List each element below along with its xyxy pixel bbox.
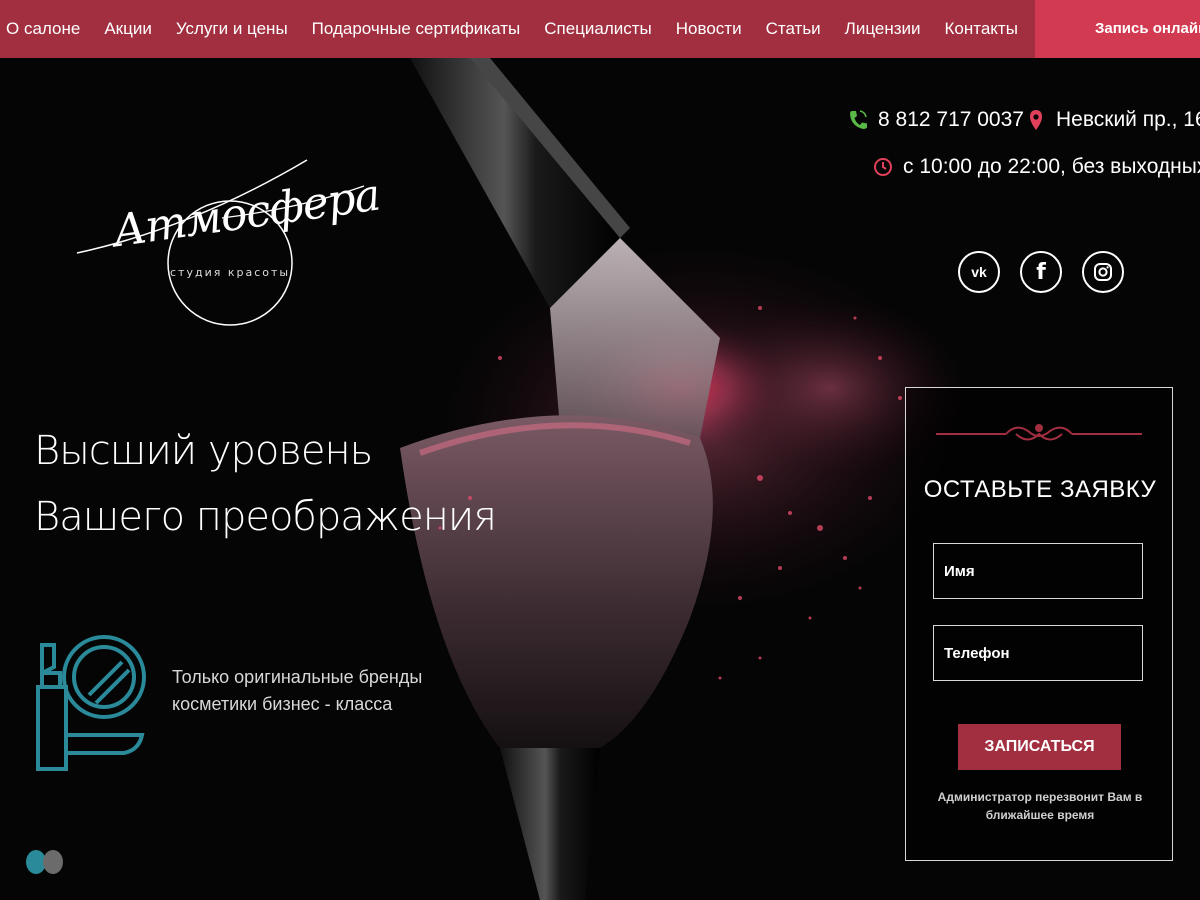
phone-contact[interactable]: 8 812 717 0037 bbox=[848, 100, 1024, 140]
social-links: vk f bbox=[958, 251, 1124, 293]
nav-item-gift-certificates[interactable]: Подарочные сертификаты bbox=[300, 0, 533, 58]
hours-contact: с 10:00 до 22:00, без выходных bbox=[873, 147, 1200, 187]
phone-number[interactable]: 8 812 717 0037 bbox=[878, 108, 1024, 132]
nav-menu: О салоне Акции Услуги и цены Подарочные … bbox=[0, 0, 1030, 58]
address-contact: Невский пр., 16 bbox=[1026, 100, 1200, 140]
instagram-link[interactable] bbox=[1082, 251, 1124, 293]
nav-item-news[interactable]: Новости bbox=[664, 0, 754, 58]
nav-item-promotions[interactable]: Акции bbox=[92, 0, 164, 58]
logo-subtitle: студия красоты bbox=[170, 266, 291, 279]
form-ornament-divider bbox=[936, 424, 1142, 441]
nav-item-specialists[interactable]: Специалисты bbox=[532, 0, 664, 58]
nav-item-services[interactable]: Услуги и цены bbox=[164, 0, 300, 58]
request-form: ОСТАВЬТЕ ЗАЯВКУ ЗАПИСАТЬСЯ Администратор… bbox=[905, 387, 1173, 861]
facebook-link[interactable]: f bbox=[1020, 251, 1062, 293]
name-field[interactable] bbox=[933, 543, 1143, 599]
facebook-icon: f bbox=[1036, 259, 1046, 285]
nav-item-articles[interactable]: Статьи bbox=[754, 0, 833, 58]
headline-line-2: Вашего преображения bbox=[34, 494, 497, 540]
form-callback-note: Администратор перезвонит Вам в ближайшее… bbox=[937, 790, 1143, 822]
salon-logo[interactable]: Атмосфера студия красоты bbox=[72, 138, 383, 338]
book-online-button[interactable]: Запись онлайн bbox=[1035, 0, 1200, 58]
brands-line-2: косметики бизнес - класса bbox=[172, 694, 393, 714]
instagram-icon bbox=[1094, 263, 1112, 281]
nav-item-licenses[interactable]: Лицензии bbox=[833, 0, 933, 58]
brands-line-1: Только оригинальные бренды bbox=[172, 667, 423, 687]
vk-icon: vk bbox=[971, 264, 987, 280]
top-navigation: О салоне Акции Услуги и цены Подарочные … bbox=[0, 0, 1200, 58]
location-pin-icon bbox=[1030, 110, 1042, 130]
headline-line-1: Высший уровень bbox=[34, 428, 373, 474]
lipstick-mirror-icon bbox=[36, 635, 146, 771]
slider-dot-2[interactable] bbox=[43, 850, 63, 874]
phone-icon bbox=[850, 110, 867, 129]
vk-link[interactable]: vk bbox=[958, 251, 1000, 293]
phone-field[interactable] bbox=[933, 625, 1143, 681]
form-title: ОСТАВЬТЕ ЗАЯВКУ bbox=[923, 476, 1157, 503]
clock-icon bbox=[874, 158, 892, 176]
working-hours: с 10:00 до 22:00, без выходных bbox=[903, 155, 1200, 178]
nav-item-contacts[interactable]: Контакты bbox=[933, 0, 1030, 58]
brands-description: Только оригинальные бренды косметики биз… bbox=[172, 664, 422, 718]
nav-item-about[interactable]: О салоне bbox=[0, 0, 92, 58]
submit-button[interactable]: ЗАПИСАТЬСЯ bbox=[958, 724, 1121, 770]
slider-pagination bbox=[26, 850, 63, 874]
address-text: Невский пр., 16 bbox=[1056, 108, 1200, 131]
hero-headline: Высший уровень Вашего преображения bbox=[34, 418, 497, 550]
